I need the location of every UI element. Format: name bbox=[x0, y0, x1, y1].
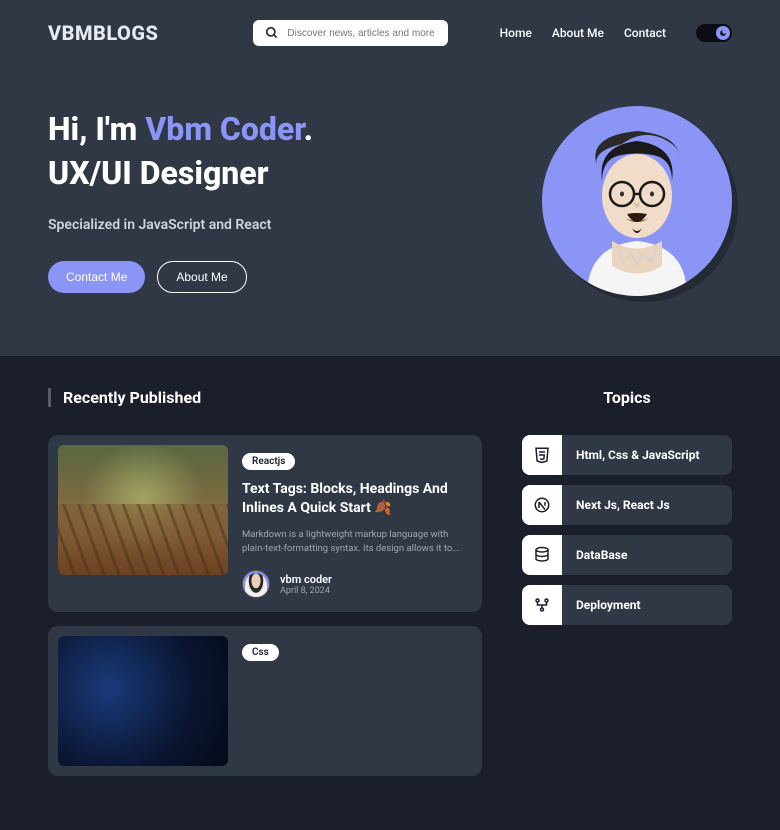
hero-subtitle: Specialized in JavaScript and React bbox=[48, 217, 313, 233]
about-button[interactable]: About Me bbox=[157, 261, 246, 293]
hero-text: Hi, I'm Vbm Coder. UX/UI Designer Specia… bbox=[48, 109, 313, 293]
search-input[interactable] bbox=[287, 28, 436, 39]
nav: Home About Me Contact bbox=[500, 26, 666, 40]
section-title-topics: Topics bbox=[522, 388, 732, 407]
hero-buttons: Contact Me About Me bbox=[48, 261, 313, 293]
html-icon bbox=[522, 435, 562, 475]
hero: Hi, I'm Vbm Coder. UX/UI Designer Specia… bbox=[0, 66, 780, 356]
post-body: Css bbox=[242, 636, 472, 766]
nav-home[interactable]: Home bbox=[500, 26, 532, 40]
topics-sidebar: Topics Html, Css & JavaScript Next Js, R… bbox=[522, 388, 732, 790]
contact-button[interactable]: Contact Me bbox=[48, 261, 145, 293]
theme-toggle[interactable] bbox=[696, 24, 732, 42]
moon-icon bbox=[716, 26, 730, 40]
header: VBMBLOGS Home About Me Contact bbox=[0, 0, 780, 66]
post-tag[interactable]: Css bbox=[242, 644, 279, 661]
topic-deployment[interactable]: Deployment bbox=[522, 585, 732, 625]
hero-avatar bbox=[542, 106, 732, 296]
nextjs-icon bbox=[522, 485, 562, 525]
greeting-name: Vbm Coder bbox=[145, 110, 303, 148]
post-body: Reactjs Text Tags: Blocks, Headings And … bbox=[242, 445, 472, 602]
nav-contact[interactable]: Contact bbox=[624, 26, 666, 40]
topic-label: DataBase bbox=[562, 548, 641, 562]
search-box[interactable] bbox=[253, 20, 448, 46]
author-avatar bbox=[242, 570, 270, 598]
topic-label: Deployment bbox=[562, 598, 655, 612]
database-icon bbox=[522, 535, 562, 575]
nav-about[interactable]: About Me bbox=[552, 26, 604, 40]
hero-role: UX/UI Designer bbox=[48, 153, 313, 193]
search-icon bbox=[265, 26, 279, 40]
greeting-prefix: Hi, I'm bbox=[48, 110, 145, 148]
deployment-icon bbox=[522, 585, 562, 625]
topic-label: Next Js, React Js bbox=[562, 498, 684, 512]
logo[interactable]: VBMBLOGS bbox=[48, 21, 158, 45]
author-name: vbm coder bbox=[280, 573, 332, 586]
post-card[interactable]: Css bbox=[48, 626, 482, 776]
hero-greeting: Hi, I'm Vbm Coder. bbox=[48, 109, 313, 149]
post-tag[interactable]: Reactjs bbox=[242, 453, 295, 470]
post-image bbox=[58, 636, 228, 766]
topic-nextjs-react[interactable]: Next Js, React Js bbox=[522, 485, 732, 525]
content: Recently Published Reactjs Text Tags: Bl… bbox=[0, 356, 780, 830]
post-title[interactable]: Text Tags: Blocks, Headings And Inlines … bbox=[242, 480, 472, 518]
post-desc: Markdown is a lightweight markup languag… bbox=[242, 528, 472, 557]
topic-html-css-js[interactable]: Html, Css & JavaScript bbox=[522, 435, 732, 475]
post-image bbox=[58, 445, 228, 575]
post-meta: vbm coder April 8, 2024 bbox=[242, 570, 472, 598]
recently-published: Recently Published Reactjs Text Tags: Bl… bbox=[48, 388, 482, 790]
topic-database[interactable]: DataBase bbox=[522, 535, 732, 575]
topic-label: Html, Css & JavaScript bbox=[562, 448, 714, 462]
section-title-recently: Recently Published bbox=[48, 388, 482, 407]
post-date: April 8, 2024 bbox=[280, 586, 332, 596]
greeting-suffix: . bbox=[304, 110, 313, 148]
avatar-illustration bbox=[557, 106, 717, 296]
post-card[interactable]: Reactjs Text Tags: Blocks, Headings And … bbox=[48, 435, 482, 612]
